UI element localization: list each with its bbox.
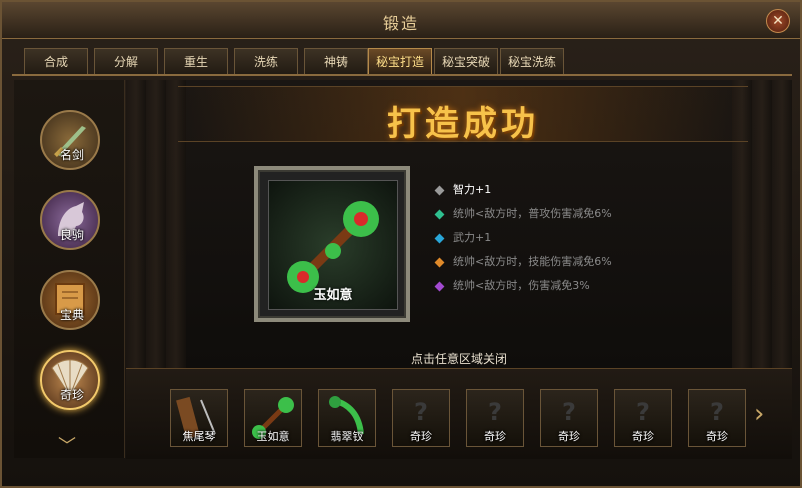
slot-label: 奇珍	[484, 430, 506, 443]
slot-label: 奇珍	[410, 430, 432, 443]
inventory-slot-locked[interactable]: ? 奇珍	[688, 389, 746, 447]
attribute-row: 武力+1	[434, 228, 492, 248]
inventory-slot-locked[interactable]: ? 奇珍	[392, 389, 450, 447]
gem-icon	[434, 233, 445, 243]
attribute-text: 统帅<敌方时，伤害减免3%	[453, 279, 590, 292]
tab-divine-cast[interactable]: 神铸	[304, 48, 368, 74]
category-label: 良驹	[59, 228, 84, 242]
slot-label: 奇珍	[632, 430, 654, 443]
tab-treasure-forge[interactable]: 秘宝打造	[368, 48, 432, 74]
gem-icon	[434, 281, 445, 291]
question-icon: ?	[414, 398, 428, 426]
tab-rebirth[interactable]: 重生	[164, 48, 228, 74]
success-banner: 打造成功	[178, 86, 748, 144]
inventory-slot-locked[interactable]: ? 奇珍	[466, 389, 524, 447]
window-title: 锻造	[382, 14, 419, 33]
title-bar: 锻造 ✕	[2, 2, 800, 39]
tab-decompose[interactable]: 分解	[94, 48, 158, 74]
attribute-text: 武力+1	[453, 231, 492, 244]
inventory-bar: 焦尾琴 玉如意 翡翠钗 ? 奇珍 ? 奇珍 ? 奇珍 ? 奇珍 ? 奇珍 ›	[126, 368, 792, 459]
gem-icon	[434, 257, 445, 267]
category-book[interactable]: 宝典	[40, 270, 100, 330]
question-icon: ?	[488, 398, 502, 426]
tab-divider	[12, 74, 792, 76]
chevron-right-icon[interactable]: ›	[754, 399, 774, 429]
chevron-down-icon[interactable]: ﹀	[58, 432, 76, 458]
category-label: 奇珍	[59, 388, 84, 402]
attribute-text: 统帅<敌方时，技能伤害减免6%	[453, 255, 612, 268]
item-frame: 玉如意	[254, 166, 410, 322]
question-icon: ?	[710, 398, 724, 426]
gem-icon	[434, 185, 445, 195]
forge-window: 锻造 ✕ 合成 分解 重生 洗练 神铸 秘宝打造 秘宝突破 秘宝洗练 名剑 良驹…	[0, 0, 802, 488]
attribute-row: 智力+1	[434, 180, 492, 200]
tab-treasure-breakthrough[interactable]: 秘宝突破	[434, 48, 498, 74]
attribute-row: 统帅<敌方时，伤害减免3%	[434, 276, 590, 296]
attribute-row: 统帅<敌方时，普攻伤害减免6%	[434, 204, 612, 224]
result-panel[interactable]: 打造成功 玉如意 智力+1 统帅<敌方时，普攻伤害减免6% 武力+1 统帅<敌方…	[126, 80, 792, 368]
category-sidebar: 名剑 良驹 宝典 奇珍 ﹀	[14, 80, 125, 458]
attribute-text: 智力+1	[453, 183, 492, 196]
inventory-slot-locked[interactable]: ? 奇珍	[614, 389, 672, 447]
slot-label: 玉如意	[256, 430, 290, 443]
curtain-left	[126, 80, 186, 368]
slot-label: 奇珍	[558, 430, 580, 443]
inventory-slot-guqin[interactable]: 焦尾琴	[170, 389, 228, 447]
item-image: 玉如意	[268, 180, 398, 310]
close-button[interactable]: ✕	[766, 9, 790, 33]
item-name: 玉如意	[313, 288, 353, 303]
category-label: 名剑	[59, 148, 84, 162]
inventory-slot-ruyi[interactable]: 玉如意	[244, 389, 302, 447]
category-label: 宝典	[59, 308, 84, 322]
category-horse[interactable]: 良驹	[40, 190, 100, 250]
question-icon: ?	[562, 398, 576, 426]
tab-treasure-refine[interactable]: 秘宝洗练	[500, 48, 564, 74]
question-icon: ?	[636, 398, 650, 426]
banner-title: 打造成功	[387, 104, 539, 144]
attribute-text: 统帅<敌方时，普攻伤害减免6%	[453, 207, 612, 220]
slot-label: 翡翠钗	[330, 430, 364, 443]
inventory-slot-hairpin[interactable]: 翡翠钗	[318, 389, 376, 447]
inventory-slot-locked[interactable]: ? 奇珍	[540, 389, 598, 447]
gem-icon	[434, 209, 445, 219]
close-hint: 点击任意区域关闭	[410, 352, 507, 366]
attribute-row: 统帅<敌方时，技能伤害减免6%	[434, 252, 612, 272]
close-icon: ✕	[772, 13, 784, 29]
category-treasure[interactable]: 奇珍	[40, 350, 100, 410]
category-sword[interactable]: 名剑	[40, 110, 100, 170]
tab-refine[interactable]: 洗练	[234, 48, 298, 74]
tab-synthesize[interactable]: 合成	[24, 48, 88, 74]
slot-label: 焦尾琴	[182, 430, 216, 443]
slot-label: 奇珍	[706, 430, 728, 443]
